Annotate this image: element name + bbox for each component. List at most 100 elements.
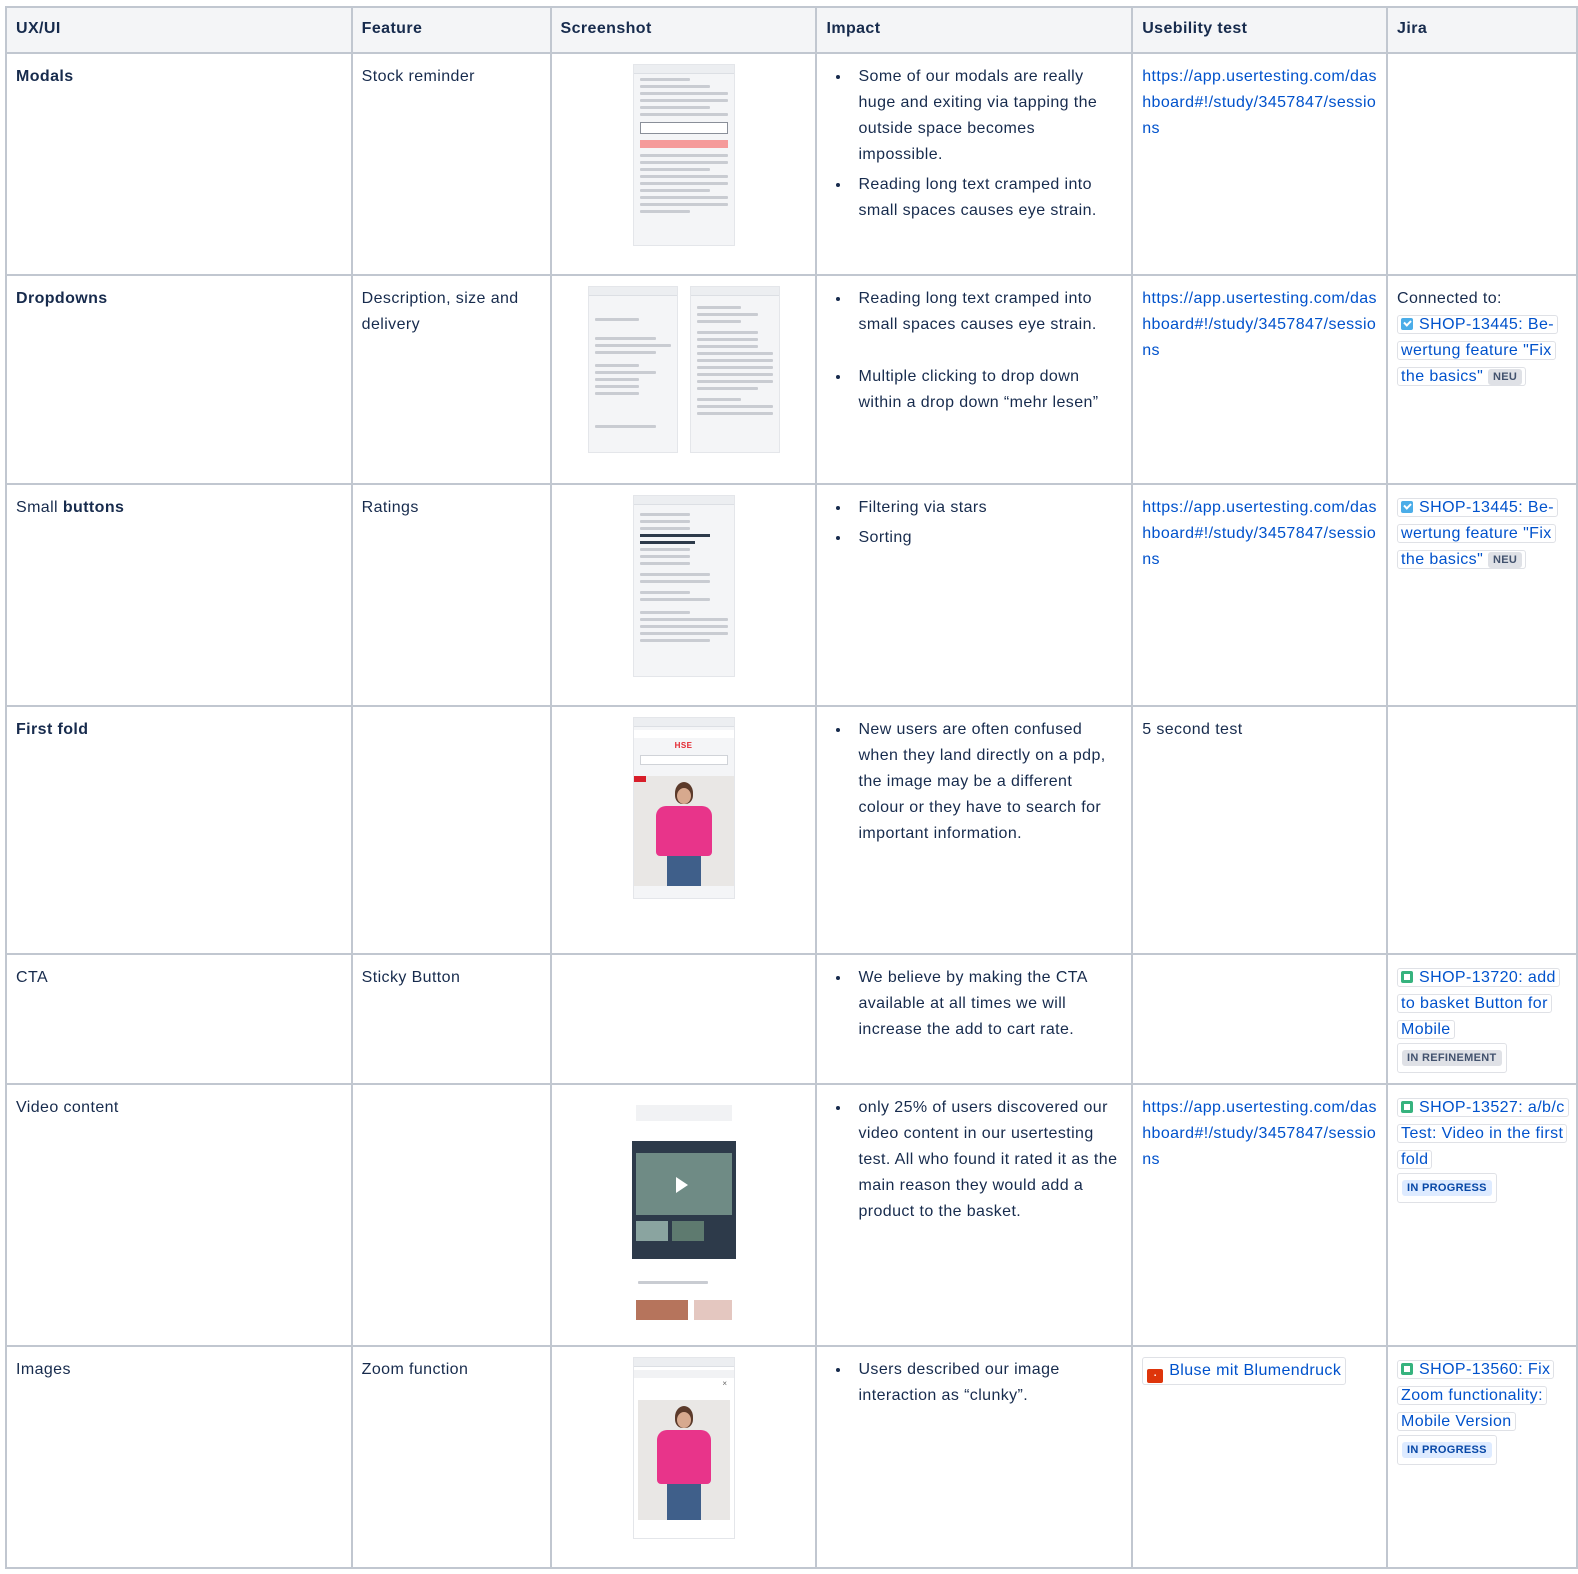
uxui-cell: Modals [5, 52, 353, 276]
uxui-text: Video content [16, 1099, 119, 1116]
document-title: Bluse mit Blumendruck [1169, 1362, 1342, 1379]
ux-audit-table: UX/UI Feature Screenshot Impact Usebilit… [5, 6, 1578, 1569]
status-badge: NEU [1488, 369, 1523, 385]
feature-cell: Description, size and delivery [350, 274, 552, 485]
document-icon: ▪ [1147, 1369, 1164, 1383]
document-link[interactable]: ▪ Bluse mit Blumendruck [1142, 1357, 1347, 1385]
usertesting-link[interactable]: https://app.usertesting.com/dashboard#!/… [1142, 495, 1377, 573]
jira-issue-link[interactable]: SHOP-13527: a/b/c Test: Video in the fir… [1397, 1098, 1569, 1169]
table-row: CTA Sticky Button We believe by making t… [5, 953, 1578, 1085]
jira-cell: SHOP-13445: Be-wertung feature "Fix the … [1386, 483, 1578, 707]
status-badge: IN REFINEMENT [1402, 1050, 1502, 1066]
feature-cell [350, 705, 552, 955]
impact-item: Multiple clicking to drop down within a … [851, 364, 1122, 416]
jira-issue-link[interactable]: SHOP-13720: add to basket Button for Mob… [1397, 968, 1560, 1039]
header-usability-test: Usebility test [1131, 6, 1389, 54]
jira-issue-title: SHOP-13527: a/b/c Test: Video in the fir… [1401, 1099, 1565, 1168]
usability-test-cell: ▪ Bluse mit Blumendruck [1131, 1345, 1389, 1569]
ratings-screenshot-thumbnail[interactable] [632, 495, 735, 677]
header-jira: Jira [1386, 6, 1578, 54]
impact-cell: Reading long text cramped into small spa… [815, 274, 1134, 485]
impact-item: We believe by making the CTA available a… [851, 965, 1122, 1043]
impact-item: only 25% of users discovered our video c… [851, 1095, 1122, 1225]
header-impact: Impact [815, 6, 1134, 54]
video-player [631, 1141, 736, 1259]
uxui-text: CTA [16, 969, 49, 986]
impact-item: Reading long text cramped into small spa… [851, 172, 1122, 224]
impact-cell: New users are often confused when they l… [815, 705, 1134, 955]
feature-cell: Sticky Button [350, 953, 552, 1085]
header-uxui: UX/UI [5, 6, 353, 54]
screenshot-cell [549, 1083, 818, 1347]
usertesting-link[interactable]: https://app.usertesting.com/dashboard#!/… [1142, 64, 1377, 142]
table-header-row: UX/UI Feature Screenshot Impact Usebilit… [5, 6, 1578, 54]
screenshot-cell [549, 274, 818, 485]
uxui-cell: Small buttons [5, 483, 353, 707]
impact-cell: Users described our image interaction as… [815, 1345, 1134, 1569]
zoom-screenshot-thumbnail[interactable]: × [632, 1357, 735, 1539]
table-row: Modals Stock reminder Some of our modals… [5, 52, 1578, 276]
usertesting-link[interactable]: https://app.usertesting.com/dashboard#!/… [1142, 1095, 1377, 1173]
jira-cell: Connected to: SHOP-13445: Be-wertung fea… [1386, 274, 1578, 485]
connected-to-label: Connected to: [1397, 290, 1502, 307]
status-badge: NEU [1488, 552, 1523, 568]
modal-screenshot-thumbnail[interactable] [632, 64, 735, 246]
video-screenshot-thumbnail[interactable] [631, 1095, 736, 1320]
impact-cell: We believe by making the CTA available a… [815, 953, 1134, 1085]
table-row: Dropdowns Description, size and delivery [5, 274, 1578, 485]
jira-issue-link[interactable]: SHOP-13560: Fix Zoom functionality: Mobi… [1397, 1360, 1555, 1431]
uxui-bold-text: buttons [62, 499, 125, 516]
jira-cell: SHOP-13720: add to basket Button for Mob… [1386, 953, 1578, 1085]
jira-cell [1386, 705, 1578, 955]
uxui-cell: Video content [5, 1083, 353, 1347]
impact-item: New users are often confused when they l… [851, 717, 1122, 847]
feature-cell: Zoom function [350, 1345, 552, 1569]
uxui-cell: CTA [5, 953, 353, 1085]
impact-item: Some of our modals are really huge and e… [851, 64, 1122, 168]
impact-cell: only 25% of users discovered our video c… [815, 1083, 1134, 1347]
uxui-cell: Dropdowns [5, 274, 353, 485]
impact-cell: Filtering via stars Sorting [815, 483, 1134, 707]
jira-cell: SHOP-13560: Fix Zoom functionality: Mobi… [1386, 1345, 1578, 1569]
jira-issue-link[interactable]: SHOP-13445: Be-wertung feature "Fix the … [1397, 498, 1558, 569]
uxui-cell: Images [5, 1345, 353, 1569]
table-row: First fold HSE • New users are often con… [5, 705, 1578, 955]
impact-item: Users described our image interaction as… [851, 1357, 1122, 1409]
checkbox-task-icon [1401, 501, 1414, 513]
jira-issue-title: SHOP-13445: Be-wertung feature "Fix the … [1401, 499, 1554, 568]
jira-issue-title: SHOP-13560: Fix Zoom functionality: Mobi… [1401, 1361, 1551, 1430]
screenshot-cell [549, 953, 818, 1085]
usertesting-link[interactable]: https://app.usertesting.com/dashboard#!/… [1142, 286, 1377, 364]
header-feature: Feature [350, 6, 552, 54]
jira-cell [1386, 52, 1578, 276]
uxui-bold-text: Dropdowns [16, 290, 108, 307]
dropdown-screenshot-thumbnail-1[interactable] [587, 286, 678, 453]
screenshot-cell [549, 483, 818, 707]
close-icon[interactable]: × [722, 1380, 727, 1388]
jira-issue-link[interactable]: SHOP-13445: Be-wertung feature "Fix the … [1397, 315, 1558, 386]
uxui-bold-text: First fold [16, 721, 89, 738]
usability-test-cell: https://app.usertesting.com/dashboard#!/… [1131, 274, 1389, 485]
table-row: Images Zoom function × • Users described… [5, 1345, 1578, 1569]
uxui-bold-text: Modals [16, 68, 74, 85]
usability-test-cell: 5 second test [1131, 705, 1389, 955]
feature-cell [350, 1083, 552, 1347]
table-row: Video content • only 25% of users discov… [5, 1083, 1578, 1347]
header-screenshot: Screenshot [549, 6, 818, 54]
dropdown-screenshot-thumbnail-2[interactable] [689, 286, 780, 453]
status-badge: IN PROGRESS [1402, 1180, 1492, 1196]
screenshot-cell: × [549, 1345, 818, 1569]
usability-test-cell: https://app.usertesting.com/dashboard#!/… [1131, 1083, 1389, 1347]
first-fold-screenshot-thumbnail[interactable]: HSE [632, 717, 735, 899]
usability-test-cell: https://app.usertesting.com/dashboard#!/… [1131, 483, 1389, 707]
uxui-text: Images [16, 1361, 71, 1378]
usability-test-cell: https://app.usertesting.com/dashboard#!/… [1131, 52, 1389, 276]
jira-issue-title: SHOP-13720: add to basket Button for Mob… [1401, 969, 1556, 1038]
impact-item: Sorting [851, 525, 1122, 551]
story-icon [1401, 1363, 1414, 1375]
status-badge: IN PROGRESS [1402, 1442, 1492, 1458]
feature-cell: Stock reminder [350, 52, 552, 276]
screenshot-cell: HSE [549, 705, 818, 955]
impact-item: Filtering via stars [851, 495, 1122, 521]
table-row: Small buttons Ratings • Filtering via st… [5, 483, 1578, 707]
